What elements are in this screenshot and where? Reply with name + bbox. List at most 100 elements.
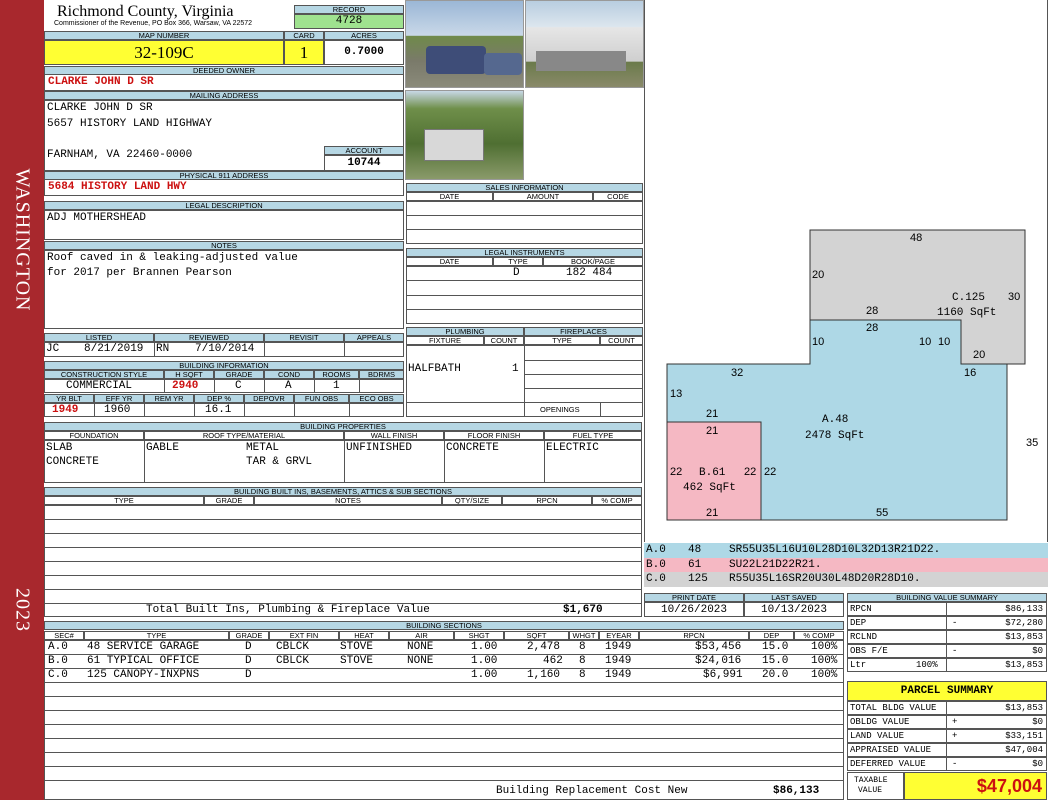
dim-label: 35 [1026,437,1038,449]
sec-col-sec: SEC# [44,631,84,640]
sec-col-shgt: SHGT [454,631,504,640]
col-foundation: FOUNDATION [44,431,144,440]
lister-initials: JC [46,343,60,355]
plumbing-fixture: HALFBATH [408,363,461,375]
code-string: R55U35L16SR20U30L48D20R28D10. [729,573,921,585]
code-row-b [644,558,1048,572]
summary-rpcn: RPCN $86,133 [847,602,1047,616]
code-sec: B.0 [646,559,666,571]
account-number: 10744 [324,155,404,171]
row-type: 48 SERVICE GARAGE [87,641,200,653]
col-ecoobs: ECO OBS [349,394,404,403]
dim-label: 20 [812,269,824,281]
fire-col-count: COUNT [600,336,643,345]
row-ext: CBLCK [276,641,310,653]
print-date: 10/26/2023 [644,602,744,617]
area-b-size: 462 SqFt [683,482,736,494]
physical-header: PHYSICAL 911 ADDRESS [44,171,404,180]
parcel-appraised: APPRAISED VALUE $47,004 [847,743,1047,757]
owner-name: CLARKE JOHN D SR [44,75,404,91]
summary-obs: OBS F/E - $0 [847,644,1047,658]
fuel-type: ELECTRIC [546,442,599,454]
year-label: 2023 [11,588,34,632]
taxable-value: $47,004 [904,772,1047,800]
dim-label: 21 [706,408,718,420]
sec-col-heat: HEAT [339,631,389,640]
rooms-value: 1 [333,380,340,392]
row-sec: C.0 [48,669,68,681]
dim-label: 10 [919,336,931,348]
roof-type: GABLE [146,442,180,454]
sales-col-code: CODE [593,192,643,201]
col-effyr: EFF YR [94,394,144,403]
sec-col-extfin: EXT FIN [269,631,339,640]
parcel-land: LAND VALUE + $33,151 [847,729,1047,743]
taxable-label-2: VALUE [858,786,883,795]
listed-date: 8/21/2019 [84,343,144,355]
row-rpcn: $6,991 [703,669,743,681]
revisit-header: REVISIT [264,333,344,342]
commissioner-line: Commissioner of the Revenue, PO Box 366,… [54,20,253,27]
parcel-summary-header: PARCEL SUMMARY [847,681,1047,701]
year-built: 1949 [52,404,79,416]
district-label: WASHINGTON [11,168,34,312]
dep-percent: 16.1 [205,404,232,416]
sec-col-eyear: EYEAR [599,631,639,640]
instrument-type: D [513,267,520,279]
builtins-total-label: Total Built Ins, Plumbing & Fireplace Va… [146,604,430,616]
row-ext: CBLCK [276,655,310,667]
row-grade: D [245,641,252,653]
sec-col-dep: DEP [749,631,794,640]
building-sketch: 48 20 30 28 28 10 10 10 20 32 16 13 21 2… [666,229,1038,521]
instrument-book: 182 484 [566,267,613,279]
row-grade: D [245,669,252,681]
row-rpcn: $53,456 [695,641,742,653]
reviewed-header: REVIEWED [154,333,264,342]
last-saved-date: 10/13/2023 [744,602,844,617]
col-bdrms: BDRMS [359,370,404,379]
foundation-1: SLAB [46,442,73,454]
row-type: 125 CANOPY-INXPNS [87,669,200,681]
col-fuel: FUEL TYPE [544,431,642,440]
code-sec: C.0 [646,573,666,585]
row-air: NONE [407,655,434,667]
summary-dep: DEP - $72,280 [847,616,1047,630]
row-comp: 100% [811,641,838,653]
col-depovr: DEPOVR [244,394,294,403]
appeals-header: APPEALS [344,333,404,342]
dim-label: 55 [876,507,888,519]
col-construction-style: CONSTRUCTION STYLE [44,370,164,379]
code-num: 125 [688,573,708,585]
row-dep: 20.0 [762,669,789,681]
col-floor: FLOOR FINISH [444,431,544,440]
instr-col-date: DATE [406,257,493,266]
floor-finish: CONCRETE [446,442,499,454]
row-whgt: 8 [579,669,586,681]
plumb-col-count: COUNT [484,336,524,345]
row-sec: B.0 [48,655,68,667]
instr-col-type: TYPE [493,257,543,266]
instr-col-book: BOOK/PAGE [543,257,643,266]
sec-col-type: TYPE [84,631,229,640]
row-whgt: 8 [579,641,586,653]
sec-col-sqft: SQFT [504,631,569,640]
cond-value: A [285,380,292,392]
dim-label: 21 [706,507,718,519]
reviewer-initials: RN [156,343,170,355]
instruments-header: LEGAL INSTRUMENTS [406,248,643,257]
value-summary-header: BUILDING VALUE SUMMARY [847,593,1047,602]
sales-col-date: DATE [406,192,493,201]
row-eyear: 1949 [605,669,632,681]
row-sqft: 1,160 [527,669,561,681]
fire-col-type: TYPE [524,336,600,345]
acres-value: 0.7000 [324,40,404,65]
owner-header: DEEDED OWNER [44,66,404,75]
summary-rclnd: RCLND $13,853 [847,630,1047,644]
notes-line2: for 2017 per Brannen Pearson [47,267,232,279]
code-sec: A.0 [646,544,666,556]
map-number: 32-109C [44,40,284,65]
col-wall: WALL FINISH [344,431,444,440]
row-heat: STOVE [340,641,374,653]
acres-header: ACRES [324,31,404,40]
row-sec: A.0 [48,641,68,653]
